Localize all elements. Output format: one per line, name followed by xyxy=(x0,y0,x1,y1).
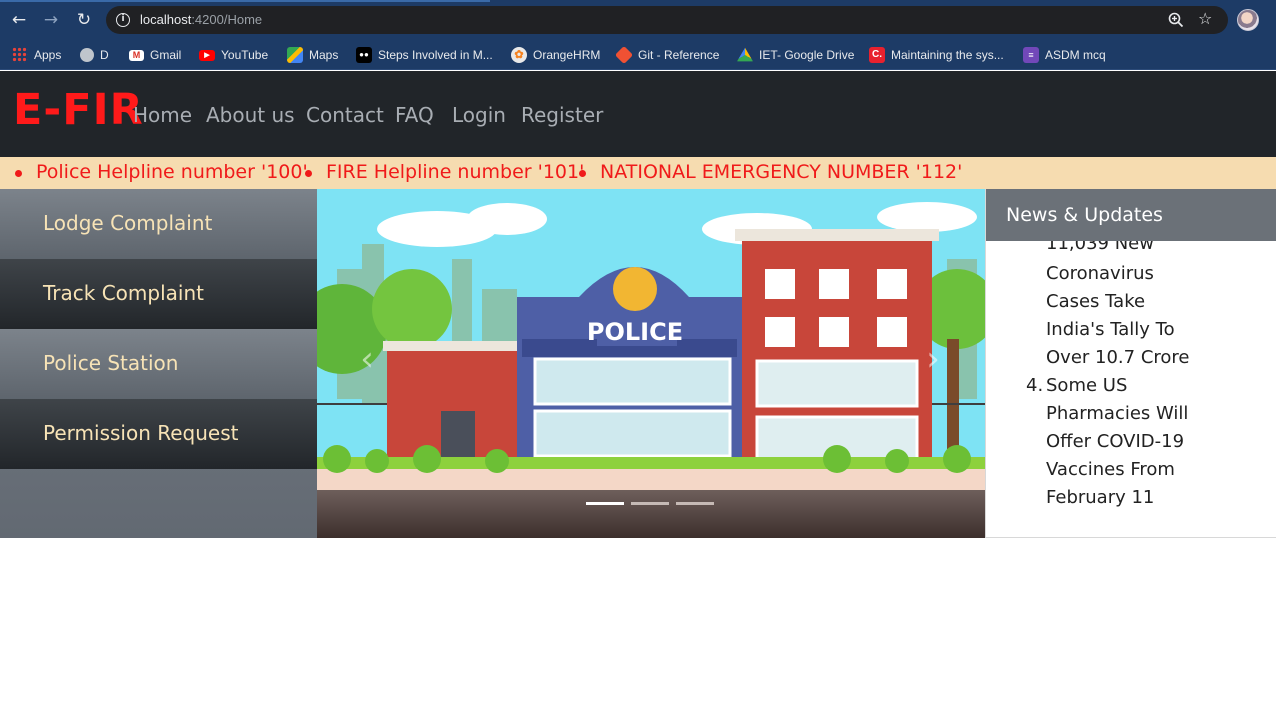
news-line: Cases Take xyxy=(1046,291,1146,312)
news-item-number: 4. xyxy=(1026,375,1044,396)
sidebar-item-label: Police Station xyxy=(43,351,179,375)
bookmark-asdm[interactable]: ≡ ASDM mcq xyxy=(1023,46,1106,64)
address-bar[interactable]: i localhost:4200/Home ☆ xyxy=(106,6,1228,34)
news-line: February 11 xyxy=(1046,487,1155,508)
news-line: Offer COVID-19 xyxy=(1046,431,1185,452)
sidebar-item-track-complaint[interactable]: Track Complaint xyxy=(0,259,317,329)
bookmark-label: OrangeHRM xyxy=(533,48,601,62)
bookmark-maps[interactable]: Maps xyxy=(287,46,338,64)
news-line: Pharmacies Will xyxy=(1046,403,1189,424)
bookmark-label: ASDM mcq xyxy=(1045,48,1106,62)
nav-home[interactable]: Home xyxy=(133,103,192,127)
police-sign: POLICE xyxy=(587,318,683,346)
bookmark-steps[interactable]: ●● Steps Involved in M... xyxy=(356,46,493,64)
news-line: India's Tally To xyxy=(1046,319,1175,340)
site-navbar: E-FIR Home About us Contact FAQ Login Re… xyxy=(0,71,1276,157)
bookmark-label: Steps Involved in M... xyxy=(378,48,493,62)
bookmark-label: D xyxy=(100,48,109,62)
url-path: :4200/Home xyxy=(191,12,263,27)
bookmark-label: Git - Reference xyxy=(638,48,720,62)
sidebar-item-label: Lodge Complaint xyxy=(43,211,213,235)
sidebar-menu: Lodge Complaint Track Complaint Police S… xyxy=(0,189,317,538)
gmail-icon: M xyxy=(129,49,144,61)
carousel-indicator-1[interactable] xyxy=(586,502,624,505)
bookmarks-bar: Apps D M Gmail ▶ YouTube Maps ●● Steps I… xyxy=(0,40,1276,70)
marquee-police-helpline: Police Helpline number '100' xyxy=(36,161,308,183)
star-icon[interactable]: ☆ xyxy=(1198,9,1212,28)
image-carousel: POLICE ‹ › xyxy=(317,189,985,538)
apps-grid-icon xyxy=(12,47,28,63)
orangehrm-icon: ✿ xyxy=(511,47,527,63)
back-arrow-icon[interactable]: ← xyxy=(8,9,30,31)
forms-icon: ≡ xyxy=(1023,47,1039,63)
news-line: Some US xyxy=(1046,375,1128,396)
profile-avatar[interactable] xyxy=(1237,9,1259,31)
sidebar-item-permission-request[interactable]: Permission Request xyxy=(0,399,317,469)
bookmark-apps[interactable]: Apps xyxy=(12,46,61,64)
brand-logo[interactable]: E-FIR xyxy=(13,85,144,135)
bookmark-orangehrm[interactable]: ✿ OrangeHRM xyxy=(511,46,600,64)
tab-strip-edge xyxy=(0,0,490,2)
bookmark-gmail[interactable]: M Gmail xyxy=(129,46,181,64)
marquee-emergency-number: NATIONAL EMERGENCY NUMBER '112' xyxy=(600,161,963,183)
sidebar-item-label: Permission Request xyxy=(43,421,239,445)
forward-arrow-icon[interactable]: → xyxy=(40,9,62,31)
git-icon xyxy=(614,45,634,65)
carousel-indicator-2[interactable] xyxy=(631,502,669,505)
police-station-illustration: POLICE xyxy=(317,189,985,490)
carousel-indicator-3[interactable] xyxy=(676,502,714,505)
bookmark-drive[interactable]: IET- Google Drive xyxy=(737,46,854,64)
bookmark-label: Maintaining the sys... xyxy=(891,48,1004,62)
bullet-dot xyxy=(305,170,312,177)
news-title: News & Updates xyxy=(1006,204,1163,226)
news-line: Vaccines From xyxy=(1046,459,1175,480)
sidebar-item-lodge-complaint[interactable]: Lodge Complaint xyxy=(0,189,317,259)
browser-toolbar: ← → ↻ i localhost:4200/Home ☆ xyxy=(0,0,1276,40)
google-drive-icon xyxy=(737,47,753,62)
bookmark-git[interactable]: Git - Reference xyxy=(614,45,720,65)
nav-faq[interactable]: FAQ xyxy=(395,103,434,127)
bookmark-label: Apps xyxy=(34,48,62,62)
bookmark-youtube[interactable]: ▶ YouTube xyxy=(199,46,268,64)
zoom-icon[interactable] xyxy=(1167,11,1185,29)
maps-icon xyxy=(287,47,303,63)
sidebar-item-police-station[interactable]: Police Station xyxy=(0,329,317,399)
bookmark-label: Gmail xyxy=(150,48,182,62)
marquee-fire-helpline: FIRE Helpline number '101' xyxy=(326,161,585,183)
helpline-marquee: Police Helpline number '100' FIRE Helpli… xyxy=(0,157,1276,189)
bookmark-maintaining[interactable]: C. Maintaining the sys... xyxy=(869,46,1004,64)
c-icon: C. xyxy=(869,47,885,63)
medium-icon: ●● xyxy=(356,47,372,63)
news-scroll-list[interactable]: 11,039 New Coronavirus Cases Take India'… xyxy=(986,241,1276,537)
news-header: News & Updates xyxy=(986,189,1276,241)
nav-login[interactable]: Login xyxy=(452,103,506,127)
bookmark-label: YouTube xyxy=(221,48,269,62)
bookmark-d[interactable]: D xyxy=(80,46,109,64)
url-text[interactable]: localhost:4200/Home xyxy=(140,12,262,27)
carousel-prev-icon[interactable]: ‹ xyxy=(355,339,379,379)
news-line: Coronavirus xyxy=(1046,263,1154,284)
news-updates-panel: News & Updates 11,039 New Coronavirus Ca… xyxy=(985,189,1276,538)
bookmark-label: Maps xyxy=(309,48,339,62)
youtube-icon: ▶ xyxy=(199,49,215,61)
reload-icon[interactable]: ↻ xyxy=(73,9,95,31)
info-icon[interactable]: i xyxy=(116,13,130,27)
carousel-next-icon[interactable]: › xyxy=(921,339,945,379)
bookmark-label: IET- Google Drive xyxy=(759,48,855,62)
nav-contact[interactable]: Contact xyxy=(306,103,384,127)
url-host: localhost xyxy=(140,12,192,27)
nav-about-us[interactable]: About us xyxy=(206,103,295,127)
nav-register[interactable]: Register xyxy=(521,103,603,127)
carousel-footer xyxy=(317,490,985,538)
sidebar-item-label: Track Complaint xyxy=(43,281,204,305)
bullet-dot xyxy=(579,170,586,177)
globe-icon xyxy=(80,48,94,62)
bullet-dot xyxy=(15,170,22,177)
news-line: 11,039 New xyxy=(1046,241,1154,254)
news-line: Over 10.7 Crore xyxy=(1046,347,1190,368)
